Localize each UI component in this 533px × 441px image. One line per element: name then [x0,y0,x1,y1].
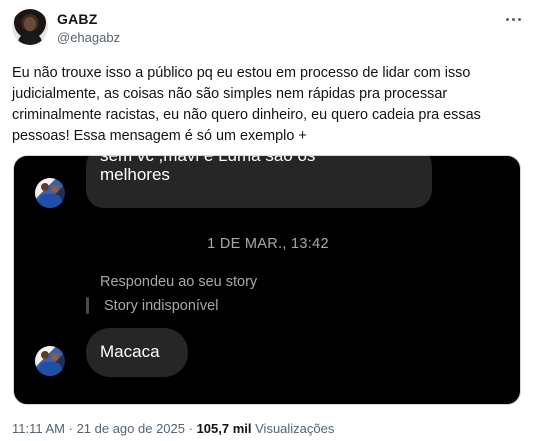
author-handle[interactable]: @ehagabz [57,30,120,45]
views-count: 105,7 mil [196,421,252,436]
chat-avatar [35,346,65,376]
more-horizontal-icon[interactable] [503,12,523,26]
meta-separator: · [65,421,77,436]
story-unavailable-label: Story indisponível [104,298,219,314]
chat-avatar [35,178,65,208]
message-text: Macaca [100,342,160,361]
author-avatar[interactable] [12,9,48,45]
message-text: melhores [100,165,170,184]
meta-separator: · [185,421,197,436]
author-name[interactable]: GABZ [57,11,97,27]
chat-date: 1 DE MAR., 13:42 [207,236,329,252]
tweet-text: Eu não trouxe isso a público pq eu estou… [12,65,481,144]
quote-bar [86,297,89,314]
message-bubble: sem vc ,mavi e Luma são os melhores [86,156,432,208]
views-label: Visualizações [255,421,335,436]
message-bubble: Macaca [86,328,188,377]
tweet-date[interactable]: 21 de ago de 2025 [77,421,185,436]
tweet-media-image[interactable]: sem vc ,mavi e Luma são os melhores 1 DE… [13,155,521,405]
replied-to-story-label: Respondeu ao seu story [100,274,258,290]
tweet-meta: 11:11 AM · 21 de ago de 2025 · 105,7 mil… [12,421,334,436]
tweet: GABZ @ehagabz Eu não trouxe isso a públi… [0,0,533,441]
tweet-time[interactable]: 11:11 AM [12,421,65,436]
